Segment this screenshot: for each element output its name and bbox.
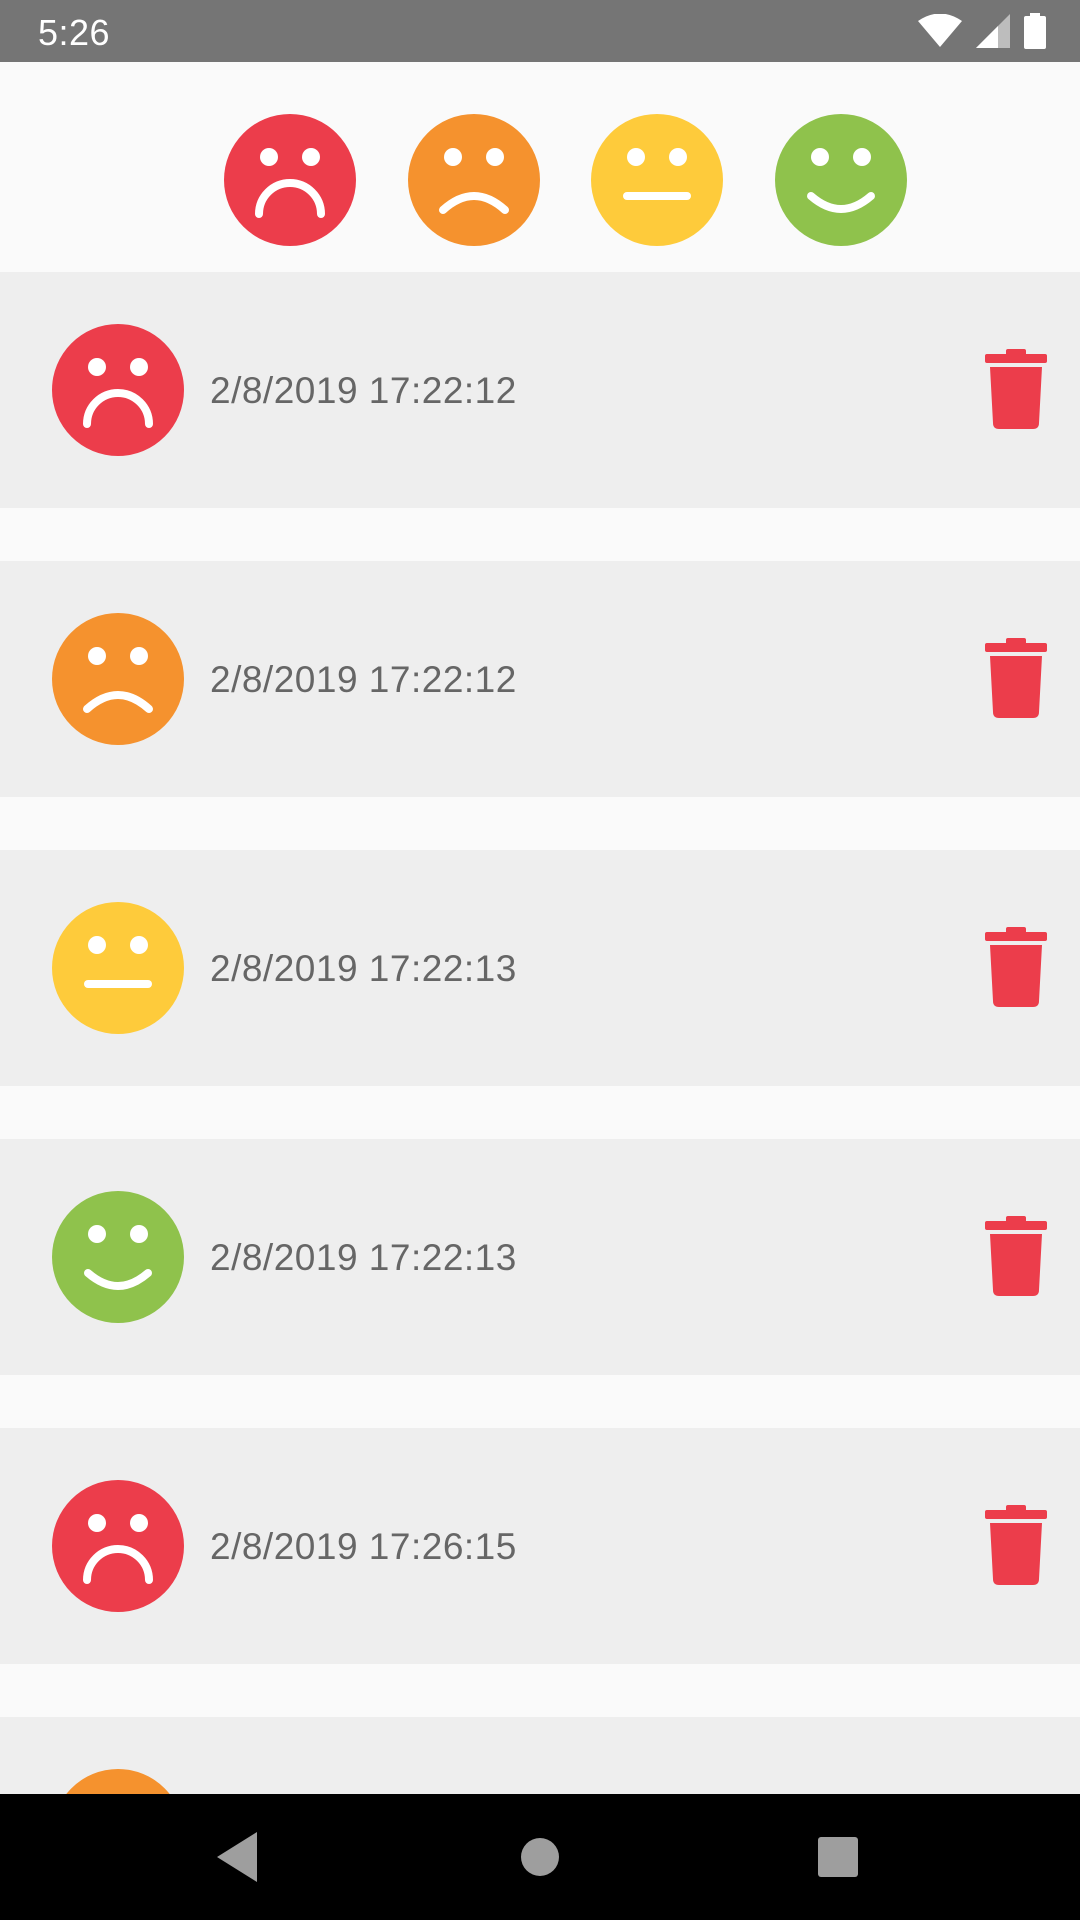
- happy-face-icon: [52, 1191, 184, 1323]
- entry-timestamp: 2/8/2019 17:22:12: [210, 370, 517, 411]
- status-time: 5:26: [38, 12, 111, 53]
- mood-option-neutral[interactable]: [591, 114, 723, 246]
- mood-picker: [0, 62, 1080, 272]
- mood-entry: 2/8/2019 17:22:12: [0, 561, 1080, 797]
- sad-face-icon: [52, 1769, 184, 1794]
- mood-option-happy[interactable]: [775, 114, 907, 246]
- delete-entry-button[interactable]: [976, 348, 1056, 432]
- delete-entry-button[interactable]: [976, 1504, 1056, 1588]
- entry-timestamp: 2/8/2019 17:22:13: [210, 948, 517, 989]
- status-bar: 5:26: [0, 0, 1080, 62]
- mood-entry: 2/8/2019 17:22:12: [0, 272, 1080, 508]
- home-button[interactable]: [505, 1822, 575, 1892]
- navigation-bar: [0, 1794, 1080, 1920]
- trash-icon: [985, 1504, 1047, 1588]
- cell-signal-icon: [976, 14, 1010, 53]
- status-icons: [918, 13, 1046, 54]
- recents-button[interactable]: [803, 1822, 873, 1892]
- recents-icon: [803, 1837, 873, 1895]
- sad-face-icon: [52, 613, 184, 745]
- trash-icon: [985, 926, 1047, 1010]
- entry-timestamp: 2/8/2019 17:22:13: [210, 1237, 517, 1278]
- trash-icon: [985, 1215, 1047, 1299]
- mood-entry: 2/8/2019 17:22:13: [0, 1139, 1080, 1375]
- battery-icon: [1024, 13, 1046, 54]
- mood-entry: [0, 1717, 1080, 1794]
- delete-entry-button[interactable]: [976, 637, 1056, 721]
- trash-icon: [985, 348, 1047, 432]
- very-sad-face-icon: [52, 1480, 184, 1612]
- entry-timestamp: 2/8/2019 17:26:15: [210, 1526, 517, 1567]
- delete-entry-button[interactable]: [976, 926, 1056, 1010]
- wifi-icon: [918, 13, 962, 53]
- home-icon: [505, 1838, 575, 1895]
- mood-entry: 2/8/2019 17:26:15: [0, 1428, 1080, 1664]
- back-button[interactable]: [203, 1822, 273, 1892]
- trash-icon: [985, 637, 1047, 721]
- neutral-face-icon: [591, 114, 723, 246]
- delete-entry-button[interactable]: [976, 1215, 1056, 1299]
- mood-option-very-sad[interactable]: [224, 114, 356, 246]
- mood-entry-list[interactable]: 2/8/2019 17:22:12 2/8/2019 17:22:12 2/8/…: [0, 272, 1080, 1794]
- very-sad-face-icon: [52, 324, 184, 456]
- neutral-face-icon: [52, 902, 184, 1034]
- sad-face-icon: [408, 114, 540, 246]
- mood-option-sad[interactable]: [408, 114, 540, 246]
- mood-entry: 2/8/2019 17:22:13: [0, 850, 1080, 1086]
- very-sad-face-icon: [224, 114, 356, 246]
- happy-face-icon: [775, 114, 907, 246]
- entry-timestamp: 2/8/2019 17:22:12: [210, 659, 517, 700]
- back-icon: [203, 1832, 273, 1895]
